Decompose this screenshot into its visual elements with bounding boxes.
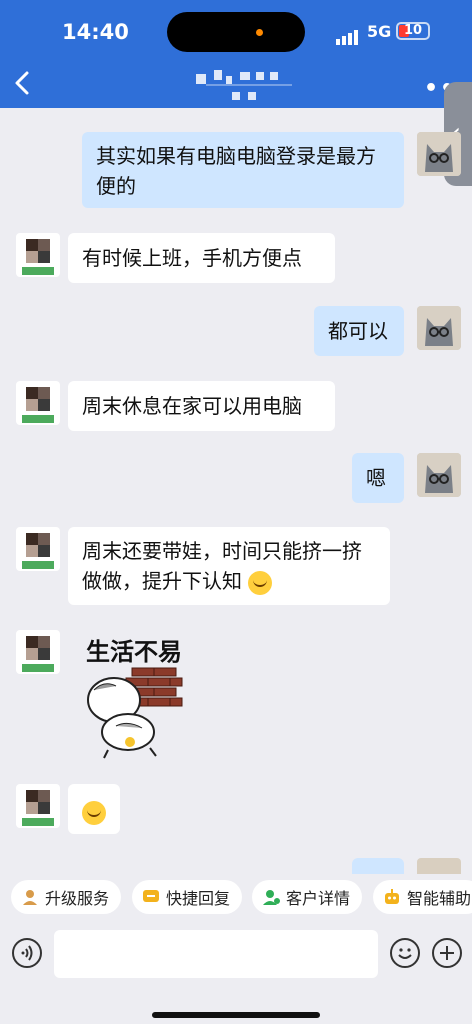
message-bubble[interactable]: 其实如果有电脑电脑登录是最方便的 xyxy=(82,132,404,208)
network-label: 5G xyxy=(367,22,392,41)
battery-icon: 10 xyxy=(396,22,430,40)
chip-label: 快捷回复 xyxy=(166,889,231,908)
plus-icon xyxy=(440,946,454,960)
my-avatar[interactable] xyxy=(417,132,461,176)
upgrade-service-chip[interactable]: 升级服务 xyxy=(11,880,122,914)
input-bar xyxy=(0,924,472,1024)
reply-icon xyxy=(143,890,159,902)
customer-icon xyxy=(263,890,280,905)
person-icon xyxy=(23,890,37,905)
smart-assist-chip[interactable]: 智能辅助 xyxy=(373,880,472,914)
smiley-icon xyxy=(398,948,412,959)
emoji-button[interactable] xyxy=(390,938,420,968)
cat-carrying-bricks-icon xyxy=(87,667,183,759)
message-text: 周末还要带娃，时间只能挤一挤做做，提升下认知 xyxy=(82,539,362,593)
voice-input-button[interactable] xyxy=(12,938,42,968)
message-input[interactable] xyxy=(54,930,378,978)
crying-laugh-emoji-icon xyxy=(248,570,273,595)
sticker-message[interactable]: 生活不易 xyxy=(80,632,188,760)
chat-title-redacted xyxy=(196,70,296,104)
more-actions-button[interactable] xyxy=(432,938,462,968)
voice-icon xyxy=(21,945,33,961)
back-icon[interactable] xyxy=(12,70,34,96)
message-bubble[interactable] xyxy=(68,784,120,834)
robot-icon xyxy=(385,889,399,904)
battery-level: 10 xyxy=(403,23,423,38)
my-avatar[interactable] xyxy=(417,453,461,497)
message-bubble[interactable]: 都可以 xyxy=(314,306,404,356)
my-avatar[interactable] xyxy=(417,306,461,350)
quick-reply-chip[interactable]: 快捷回复 xyxy=(132,880,243,914)
status-time: 14:40 xyxy=(62,20,129,44)
my-avatar[interactable] xyxy=(417,858,461,874)
message-bubble[interactable]: 有时候上班，手机方便点 xyxy=(68,233,335,283)
contact-avatar[interactable] xyxy=(16,381,60,425)
contact-avatar[interactable] xyxy=(16,784,60,828)
contact-avatar[interactable] xyxy=(16,630,60,674)
contact-avatar[interactable] xyxy=(16,527,60,571)
message-bubble[interactable]: 周末还要带娃，时间只能挤一挤做做，提升下认知 xyxy=(68,527,390,605)
message-bubble[interactable]: 嗯 xyxy=(352,453,404,503)
contact-avatar[interactable] xyxy=(16,233,60,277)
dynamic-island xyxy=(167,12,305,52)
chip-label: 客户详情 xyxy=(286,889,351,908)
chat-header: 14:40 5G 10 ••• xyxy=(0,0,472,108)
message-bubble[interactable]: 周末休息在家可以用电脑 xyxy=(68,381,335,431)
status-bar: 14:40 5G 10 xyxy=(0,0,472,62)
chip-label: 升级服务 xyxy=(45,889,110,908)
signal-icon xyxy=(336,26,360,45)
chip-label: 智能辅助 xyxy=(407,889,472,908)
quick-actions-bar: 升级服务 快捷回复 客户详情 智能辅助 xyxy=(0,874,472,924)
customer-details-chip[interactable]: 客户详情 xyxy=(252,880,363,914)
home-indicator[interactable] xyxy=(152,1012,320,1018)
message-bubble[interactable] xyxy=(352,858,404,874)
crying-laugh-emoji-icon xyxy=(82,800,106,825)
